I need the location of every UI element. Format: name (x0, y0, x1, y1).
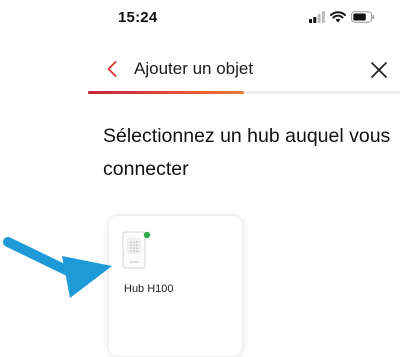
battery-icon (351, 11, 375, 23)
arrow-annotation (3, 237, 112, 298)
status-indicator (143, 231, 151, 239)
progress-fill (88, 91, 244, 94)
chevron-left-icon[interactable] (103, 58, 123, 80)
page-title: Sélectionnez un hub auquel vous connecte… (103, 125, 391, 180)
wifi-icon (330, 11, 346, 23)
header-title: Ajouter un objet (134, 59, 254, 78)
signal-icon (309, 11, 325, 23)
status-icons (309, 10, 375, 24)
status-time: 15:24 (118, 9, 158, 26)
close-icon[interactable] (368, 59, 390, 81)
progress-bar (88, 91, 400, 94)
